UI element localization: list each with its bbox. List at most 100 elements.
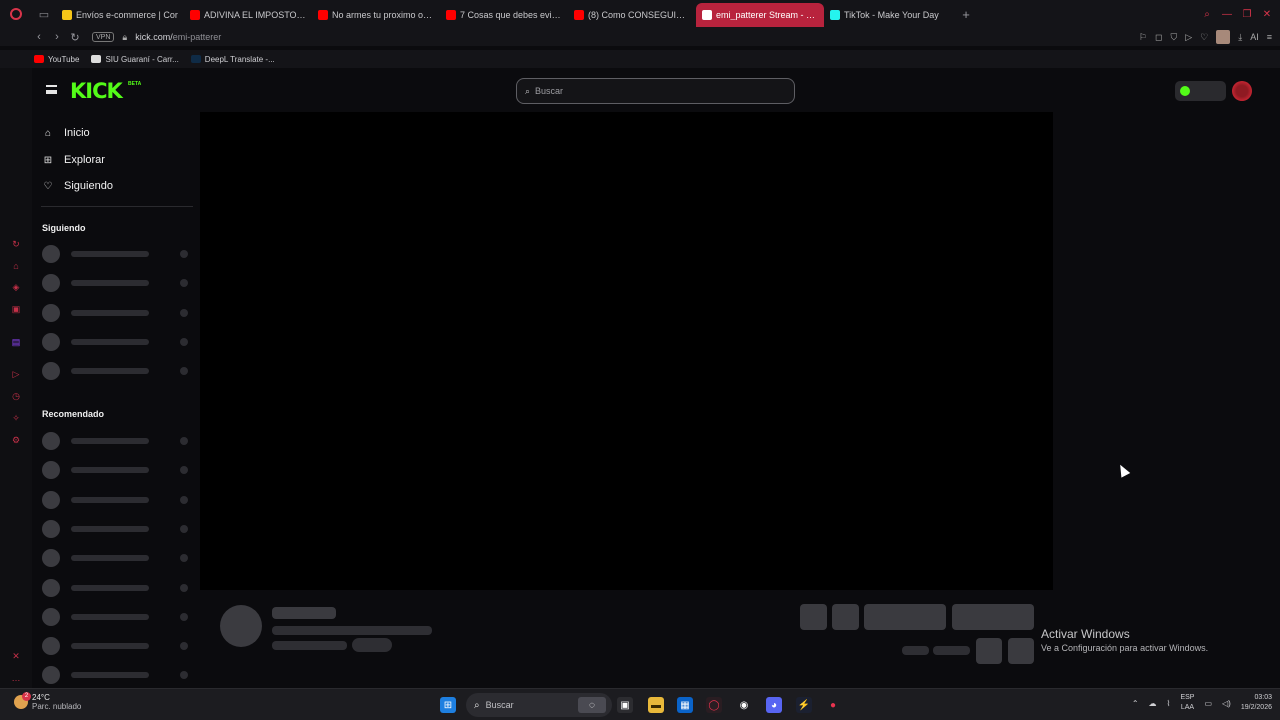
sidebar-gx-icon[interactable]: ✕ (10, 650, 22, 662)
profile-avatar[interactable] (1216, 30, 1231, 44)
tab-title: No armes tu proximo outfi (332, 10, 434, 20)
app-icon[interactable]: ● (825, 697, 841, 713)
sidebar-item-inicio[interactable]: ⌂ Inicio (42, 122, 90, 144)
bookmark-favicon-icon (34, 55, 44, 63)
start-icon[interactable]: ⊞ (440, 697, 456, 713)
browser-tab[interactable]: TikTok - Make Your Day (824, 3, 952, 27)
discord-icon[interactable]: ◕ (766, 697, 782, 713)
kick-sidebar: Siguiendo Recomendado ⌂ Inicio ⊞ Explorar ♡ S… (32, 112, 200, 688)
taskbar-search-label: Buscar (485, 700, 514, 710)
tab-favicon-icon (62, 10, 72, 20)
vpn-badge[interactable]: VPN (92, 32, 115, 42)
shield-icon[interactable]: ⛉ (1170, 32, 1177, 43)
channel-skeleton-row (42, 637, 190, 656)
search-highlight-icon[interactable]: ◌ (578, 697, 606, 713)
workspaces-icon[interactable]: ▭ (32, 0, 56, 28)
mouse-cursor-icon (1115, 462, 1131, 478)
weather-widget[interactable]: 2 24°C Parc. nublado (14, 692, 81, 711)
heart-icon[interactable]: ♡ (1200, 32, 1208, 43)
search-bar[interactable]: ⌕ (516, 78, 795, 104)
minimize-icon[interactable]: — (1220, 7, 1234, 21)
channel-skeleton-row (42, 549, 190, 568)
live-dot-skeleton (180, 612, 188, 621)
channel-skeleton-row (42, 461, 190, 480)
clock[interactable]: 03:03 19/2/2026 (1241, 693, 1272, 713)
language-indicator[interactable]: ESP LAA (1180, 693, 1194, 713)
mic-icon[interactable]: ⌇ (1167, 699, 1171, 708)
sidebar-more-icon[interactable]: … (10, 672, 22, 684)
new-tab-button[interactable]: + (956, 4, 976, 24)
sidebar-tag-icon[interactable]: ◈ (10, 281, 22, 293)
bookmark-item[interactable]: DeepL Translate -... (190, 54, 275, 64)
store-icon[interactable]: ▦ (677, 697, 693, 713)
back-icon[interactable]: ‹ (30, 28, 48, 46)
name-skeleton (71, 438, 149, 444)
opera-gx-icon[interactable]: ◯ (706, 697, 722, 713)
avatar-skeleton (42, 607, 60, 626)
task-view-icon[interactable]: ▣ (617, 697, 633, 713)
sidebar-twitch-icon[interactable]: ▤ (10, 336, 22, 348)
snapshot-icon[interactable]: ◻ (1155, 32, 1162, 43)
tray-overflow-icon[interactable]: ⌃ (1132, 699, 1139, 708)
sidebar-settings-icon[interactable]: ⚙ (10, 434, 22, 446)
sidebar-news-icon[interactable]: ▣ (10, 303, 22, 315)
file-explorer-icon[interactable]: ▬ (648, 697, 664, 713)
sidebar-extensions-icon[interactable]: ✧ (10, 412, 22, 424)
reload-icon[interactable]: ↻ (66, 28, 84, 46)
windows-taskbar: 2 24°C Parc. nublado ⊞ ⌕ Buscar ◌ ▣ ▬ ▦ … (0, 688, 1280, 720)
video-player[interactable] (200, 112, 1053, 590)
app-icon[interactable]: ⚡ (796, 697, 812, 713)
opera-logo-icon[interactable] (0, 0, 32, 28)
sidebar-sync-icon[interactable]: ↻ (10, 238, 22, 250)
lock-icon[interactable]: 🔒︎ (122, 32, 127, 43)
browser-tab[interactable]: 7 Cosas que debes evitar (440, 3, 568, 27)
sidebar-item-explorar[interactable]: ⊞ Explorar (42, 149, 105, 171)
bookmark-label: DeepL Translate -... (204, 54, 275, 64)
avatar-skeleton (42, 362, 60, 381)
forward-icon[interactable]: › (48, 28, 66, 46)
play-icon[interactable]: ▷ (1185, 32, 1192, 43)
aria-ai-button[interactable]: AI (1250, 32, 1259, 42)
channel-skeleton-row (42, 245, 190, 263)
url-field[interactable]: kick.com/emi-patterer (135, 32, 221, 42)
live-dot-skeleton (180, 250, 188, 258)
search-tabs-icon[interactable]: ⌕ (1200, 7, 1214, 21)
browser-tab[interactable]: No armes tu proximo outfi (312, 3, 440, 27)
volume-icon[interactable]: ◁) (1222, 699, 1231, 708)
user-status-pill[interactable] (1175, 81, 1226, 101)
live-dot-skeleton (180, 337, 188, 346)
tab-favicon-icon (446, 10, 456, 20)
chrome-icon[interactable]: ◉ (736, 697, 752, 713)
name-skeleton (71, 368, 149, 375)
sidebar-item-siguiendo[interactable]: ♡ Siguiendo (42, 175, 113, 197)
close-icon[interactable]: ✕ (1260, 7, 1274, 21)
beta-badge: BETA (128, 81, 142, 87)
kick-logo[interactable]: KICK (70, 80, 123, 102)
tab-favicon-icon (190, 10, 200, 20)
bookmark-item[interactable]: YouTube (34, 55, 79, 64)
display-icon[interactable]: ▭ (1204, 699, 1212, 708)
hamburger-menu-icon[interactable] (46, 85, 57, 94)
network-icon[interactable]: ☁ (1149, 699, 1157, 708)
browser-tab[interactable]: emi_patterer Stream - Wa (696, 3, 824, 27)
bookmark-icon[interactable]: ⚐ (1139, 32, 1147, 43)
sidebar-shop-icon[interactable]: ⌂ (10, 260, 22, 272)
tab-favicon-icon (702, 10, 712, 20)
name-skeleton (71, 584, 149, 591)
search-input[interactable] (535, 86, 776, 96)
browser-tab[interactable]: Envíos e-commerce | Cor (56, 3, 184, 27)
browser-tab[interactable]: (8) Como CONSEGUIR CL (568, 3, 696, 27)
maximize-icon[interactable]: ❐ (1240, 7, 1254, 21)
sidebar-player-icon[interactable]: ▷ (10, 368, 22, 380)
bookmark-item[interactable]: SIU Guaraní - Carr... (91, 54, 179, 64)
avatar-skeleton (42, 461, 60, 480)
download-icon[interactable]: ⤓ (1238, 32, 1242, 43)
user-avatar[interactable] (1232, 81, 1252, 101)
status-dot-icon (1180, 86, 1190, 96)
browser-tab[interactable]: ADIVINA EL IMPOSTOR FU (184, 3, 312, 27)
window-controls: ⌕ — ❐ ✕ (1200, 0, 1274, 28)
bookmark-label: SIU Guaraní - Carr... (105, 54, 179, 64)
menu-icon[interactable]: ≡ (1267, 32, 1272, 42)
sidebar-history-icon[interactable]: ◷ (10, 390, 22, 402)
channel-name-skeleton (272, 607, 336, 619)
